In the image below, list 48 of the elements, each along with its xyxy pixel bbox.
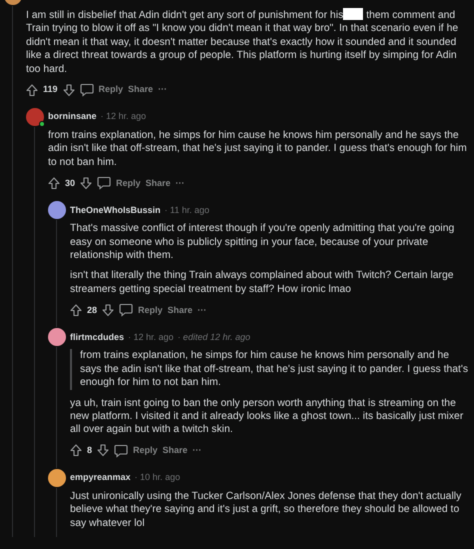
timestamp: · 10 hr. ago bbox=[134, 471, 180, 484]
more-button[interactable]: ··· bbox=[158, 83, 168, 97]
edited-label: · edited 12 hr. ago bbox=[178, 330, 250, 344]
vote-count: 8 bbox=[87, 444, 92, 458]
upvote-icon[interactable] bbox=[48, 176, 60, 190]
share-button[interactable]: Share bbox=[146, 176, 171, 190]
vote-count: 28 bbox=[87, 304, 98, 317]
downvote-icon[interactable] bbox=[62, 84, 75, 97]
more-button[interactable]: ··· bbox=[176, 176, 185, 190]
comment-icon[interactable] bbox=[97, 176, 112, 190]
share-button[interactable]: Share bbox=[162, 444, 188, 458]
username-link[interactable]: borninsane bbox=[48, 110, 97, 124]
reply-button[interactable]: Reply bbox=[98, 83, 124, 97]
more-button[interactable]: ··· bbox=[192, 444, 202, 458]
downvote-icon[interactable] bbox=[102, 304, 114, 317]
share-button[interactable]: Share bbox=[168, 304, 193, 317]
comment-text: from trains explanation, he simps for him cause he knows him personally and he says the adin isn't like that off-stream, that he's just saying it to pander. I guess that's enough for him to not ban him. bbox=[48, 129, 468, 170]
more-button[interactable]: ··· bbox=[198, 304, 207, 317]
timestamp: · 12 hr. ago bbox=[128, 330, 174, 344]
username-link[interactable]: TheOneWhoIsBussin bbox=[70, 204, 161, 217]
upvote-icon[interactable] bbox=[26, 84, 38, 97]
avatar-icon[interactable] bbox=[26, 108, 44, 126]
reply-button[interactable]: Reply bbox=[133, 444, 158, 458]
timestamp: · 12 hr. ago bbox=[100, 110, 146, 124]
comment-text: isn't that literally the thing Train always complained about with Twitch? Certain large streamers getting special treatment by staff? How ironic lmao bbox=[70, 269, 455, 296]
share-button[interactable]: Share bbox=[128, 83, 154, 97]
comment-icon[interactable] bbox=[119, 303, 134, 318]
reply-button[interactable]: Reply bbox=[116, 176, 141, 190]
username-link[interactable]: empyreanmax bbox=[70, 471, 131, 484]
avatar-icon[interactable] bbox=[48, 201, 66, 220]
comment-text: That's massive conflict of interest though if you're openly admitting that you're going easy on someone who is publicly spitting in your face, because of your private relationship with them. bbox=[70, 222, 456, 262]
vote-count: 30 bbox=[65, 176, 76, 190]
downvote-icon[interactable] bbox=[80, 176, 92, 190]
comment-text: I am still in disbelief that Adin didn't get any sort of punishment for his them comment and Train trying to blow it off as "I know you didn't mean it that way bro". In that scenario even if he didn't mean it that way, it doesn't matter because that's exactly how it sounded and it sounded like a direct threat towards a group of people. This platform is hurting itself by simping for Adin too hard. bbox=[26, 8, 460, 76]
comment-text: Just unironically using the Tucker Carlson/Alex Jones defense that they don't actually believe what they're saying and it's just a grift, so therefore they should be allowed to say whatever lol bbox=[70, 490, 462, 530]
avatar-icon[interactable] bbox=[48, 328, 66, 346]
vote-count: 119 bbox=[43, 83, 58, 96]
comment-icon[interactable] bbox=[114, 444, 128, 458]
username-link[interactable]: flirtmcdudes bbox=[70, 330, 124, 344]
comment-icon[interactable] bbox=[80, 83, 94, 98]
upvote-icon[interactable] bbox=[70, 444, 82, 458]
comment-text: ya uh, train isnt going to ban the only person worth anything that is streaming on the new platform. I visited it and it already looks like a ghost town... its basically just mixer all over again but with a twitch skin. bbox=[70, 396, 464, 437]
avatar-icon[interactable] bbox=[48, 468, 66, 487]
timestamp: · 11 hr. ago bbox=[164, 204, 210, 217]
quoted-text: from trains explanation, he simps for him cause he knows him personally and he says the adin isn't like that off-stream, that he's just saying it to pander. I guess that's enough for him to not ban him. bbox=[70, 349, 470, 390]
downvote-icon[interactable] bbox=[97, 444, 110, 458]
upvote-icon[interactable] bbox=[70, 304, 82, 317]
reply-button[interactable]: Reply bbox=[138, 304, 163, 317]
